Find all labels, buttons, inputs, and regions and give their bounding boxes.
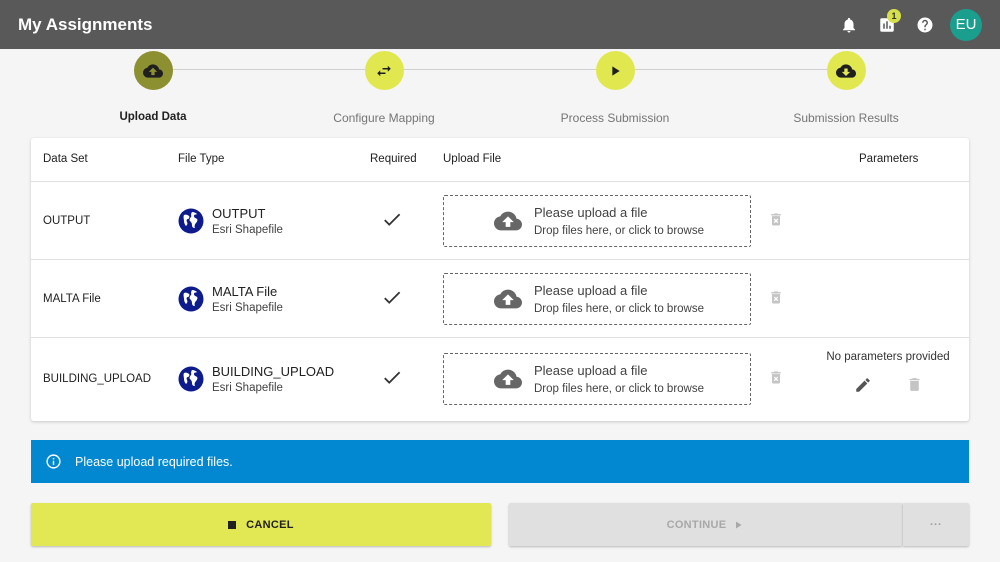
check-icon	[384, 213, 401, 226]
delete-file-button[interactable]	[768, 211, 784, 230]
trash-icon	[909, 378, 919, 391]
check-icon	[384, 371, 401, 384]
file-dropzone[interactable]: Please upload a file Drop files here, or…	[443, 353, 751, 405]
dropzone-title: Please upload a file	[534, 282, 648, 298]
trash-icon	[771, 213, 781, 225]
header-parameters: Parameters	[859, 153, 919, 165]
table-row: BUILDING_UPLOAD BUILDING_UPLOAD Esri Sha…	[31, 338, 969, 420]
data-set-name: MALTA File	[43, 292, 101, 305]
user-avatar[interactable]: EU	[950, 8, 982, 41]
app-bar: My Assignments 1 EU	[0, 0, 1000, 49]
step-label: Configure Mapping	[333, 111, 435, 125]
upload-table: Data Set File Type Required Upload File …	[31, 138, 969, 421]
play-icon	[612, 65, 620, 76]
header-file-type: File Type	[178, 153, 225, 165]
dropzone-hint: Drop files here, or click to browse	[534, 224, 705, 237]
step-circle	[595, 51, 635, 90]
cloud-upload-icon	[494, 211, 522, 230]
cloud-upload-icon	[494, 369, 522, 389]
file-type: Esri Shapefile	[212, 223, 283, 236]
notification-badge: 1	[887, 8, 901, 23]
stepper-connector	[153, 69, 847, 70]
dropzone-title: Please upload a file	[534, 204, 648, 220]
appbar-actions: 1 EU	[830, 6, 982, 44]
help-icon	[917, 17, 933, 32]
continue-button[interactable]: CONTINUE	[509, 503, 902, 546]
cloud-download-icon	[836, 63, 856, 78]
step-label: Submission Results	[793, 111, 899, 125]
trash-icon	[771, 371, 781, 384]
dropzone-title: Please upload a file	[534, 363, 648, 378]
play-icon	[736, 521, 742, 528]
step-submission-results[interactable]: Submission Results	[756, 51, 936, 125]
alert-message: Please upload required files.	[75, 454, 233, 469]
table-row: OUTPUT OUTPUT Esri Shapefile Please uplo…	[31, 182, 969, 260]
globe-icon	[178, 366, 204, 392]
dropzone-hint: Drop files here, or click to browse	[534, 383, 705, 395]
parameters-text: No parameters provided	[826, 351, 950, 363]
header-required: Required	[370, 153, 417, 165]
reports-button[interactable]: 1	[868, 6, 906, 44]
notifications-button[interactable]	[830, 6, 868, 44]
step-process-submission[interactable]: Process Submission	[525, 51, 705, 125]
table-row: MALTA File MALTA File Esri Shapefile Ple…	[31, 260, 969, 338]
bell-icon	[843, 17, 855, 32]
step-configure-mapping[interactable]: Configure Mapping	[294, 51, 474, 125]
cancel-label: CANCEL	[246, 518, 294, 531]
file-type-cell: BUILDING_UPLOAD Esri Shapefile	[178, 364, 334, 394]
more-options-button[interactable]: ···	[903, 503, 969, 546]
step-circle	[364, 51, 404, 90]
page-title: My Assignments	[18, 14, 153, 34]
file-name: BUILDING_UPLOAD	[212, 364, 335, 379]
table-header: Data Set File Type Required Upload File …	[31, 138, 969, 182]
delete-file-button[interactable]	[768, 370, 784, 389]
check-icon	[384, 291, 401, 304]
data-set-name: OUTPUT	[43, 214, 91, 227]
data-set-name: BUILDING_UPLOAD	[43, 373, 152, 385]
delete-file-button[interactable]	[768, 289, 784, 308]
file-type-cell: OUTPUT Esri Shapefile	[178, 206, 283, 236]
info-icon	[45, 453, 62, 470]
file-type-cell: MALTA File Esri Shapefile	[178, 284, 283, 314]
cloud-upload-icon	[143, 63, 163, 78]
cancel-button[interactable]: CANCEL	[31, 503, 491, 546]
edit-parameters-button[interactable]	[854, 376, 872, 397]
pencil-icon	[855, 378, 870, 392]
step-circle	[133, 51, 173, 90]
required-indicator	[381, 367, 403, 392]
step-label: Process Submission	[560, 111, 670, 125]
step-circle	[826, 51, 866, 90]
globe-icon	[178, 286, 204, 311]
file-dropzone[interactable]: Please upload a file Drop files here, or…	[443, 194, 751, 247]
file-type: Esri Shapefile	[212, 301, 283, 314]
header-upload-file: Upload File	[443, 153, 502, 165]
trash-icon	[771, 291, 781, 303]
parameter-actions	[821, 376, 955, 397]
swap-icon	[377, 65, 391, 76]
file-type: Esri Shapefile	[212, 382, 283, 394]
help-button[interactable]	[906, 6, 944, 44]
continue-label: CONTINUE	[666, 518, 727, 531]
header-data-set: Data Set	[43, 153, 88, 165]
parameters-cell: No parameters provided	[821, 351, 955, 397]
globe-icon	[178, 208, 204, 233]
file-name: MALTA File	[212, 283, 278, 299]
required-indicator	[381, 286, 403, 311]
step-upload-data[interactable]: Upload Data	[63, 51, 243, 123]
stop-icon	[228, 520, 237, 529]
file-dropzone[interactable]: Please upload a file Drop files here, or…	[443, 272, 751, 325]
delete-parameters-button[interactable]	[906, 376, 923, 397]
step-label: Upload Data	[119, 111, 187, 123]
dropzone-hint: Drop files here, or click to browse	[534, 302, 705, 315]
cloud-upload-icon	[494, 289, 522, 308]
info-alert: Please upload required files.	[31, 440, 969, 483]
more-icon: ···	[930, 518, 942, 531]
required-indicator	[381, 208, 403, 233]
file-name: OUTPUT	[212, 205, 266, 221]
progress-stepper: Upload Data Configure Mapping Process Su…	[0, 49, 1000, 129]
